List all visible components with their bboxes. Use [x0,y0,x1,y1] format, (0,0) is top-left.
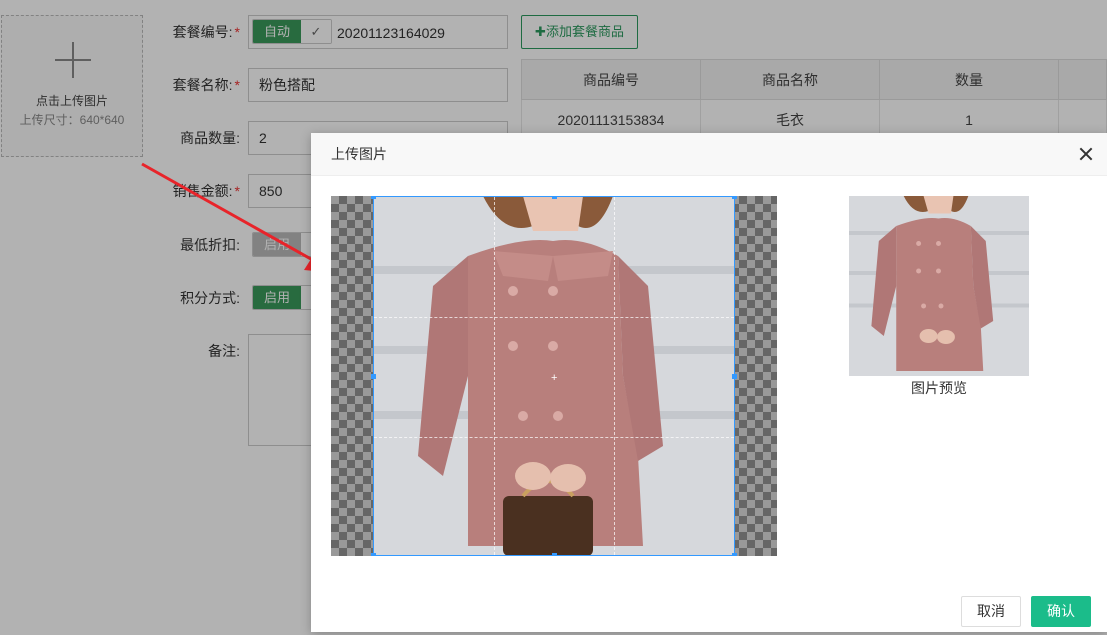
crop-center-icon: + [551,372,558,384]
crop-handle-w[interactable] [371,374,376,379]
image-preview [849,196,1029,376]
crop-guide-line [374,437,734,438]
crop-guide-line [374,317,734,318]
crop-handle-sw[interactable] [371,553,376,556]
crop-handle-n[interactable] [552,196,557,199]
modal-header: 上传图片 [311,133,1107,176]
crop-handle-e[interactable] [732,374,737,379]
modal-title: 上传图片 [331,146,387,162]
preview-label: 图片预览 [911,380,967,396]
crop-handle-ne[interactable] [732,196,737,199]
confirm-button[interactable]: 确认 [1031,596,1091,627]
upload-image-modal: 上传图片 + 图片预览 取消 确认 [311,133,1107,632]
close-icon[interactable] [1077,145,1095,163]
crop-handle-nw[interactable] [371,196,376,199]
image-cropper[interactable]: + [331,196,777,556]
crop-guide-line [614,197,615,555]
crop-selection-box[interactable]: + [371,196,737,556]
cancel-button[interactable]: 取消 [961,596,1021,627]
crop-guide-line [494,197,495,555]
crop-handle-s[interactable] [552,553,557,556]
crop-handle-se[interactable] [732,553,737,556]
preview-photo [849,196,1029,376]
